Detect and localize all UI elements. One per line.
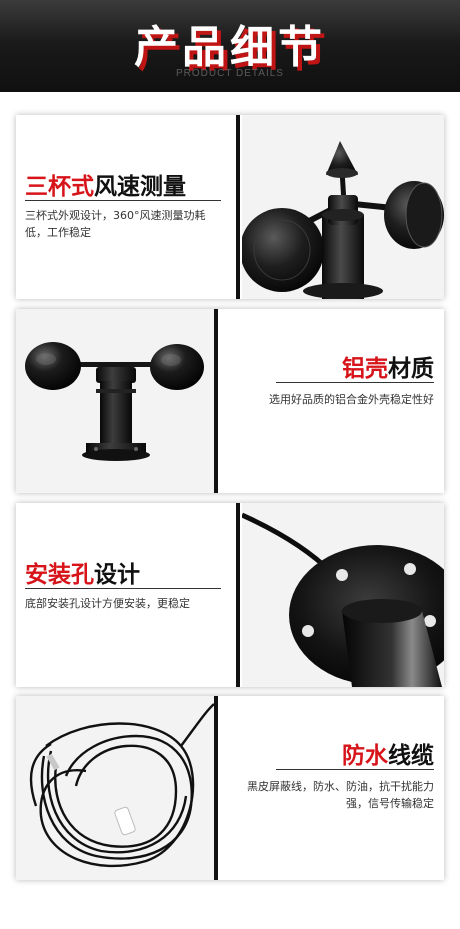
feature-description: 黑皮屏蔽线，防水、防油，抗干扰能力强，信号传输稳定 — [247, 780, 434, 810]
card-divider — [236, 503, 240, 687]
feature-heading: 铝壳材质 — [342, 356, 434, 382]
feature-card-waterproof-cable: 防水线缆 黑皮屏蔽线，防水、防油，抗干扰能力强，信号传输稳定 — [16, 696, 444, 880]
feature-description: 底部安装孔设计方便安装，更稳定 — [25, 597, 190, 610]
card-divider — [214, 696, 218, 880]
card-divider — [214, 309, 218, 493]
heading-underline — [276, 769, 434, 770]
feature-heading: 防水线缆 — [342, 743, 434, 769]
feature-heading: 三杯式风速测量 — [25, 174, 186, 200]
feature-description: 三杯式外观设计，360°风速测量功耗低，工作稳定 — [25, 209, 206, 239]
feature-description: 选用好品质的铝合金外壳稳定性好 — [269, 393, 434, 406]
cable-coil-photo — [16, 696, 214, 880]
feature-card-mounting-holes: 安装孔设计 底部安装孔设计方便安装，更稳定 — [16, 503, 444, 687]
feature-card-three-cup: 三杯式风速测量 三杯式外观设计，360°风速测量功耗低，工作稳定 — [16, 115, 444, 299]
header-banner: 产品细节 PRODUCT DETAILS — [0, 0, 460, 92]
page-subtitle: PRODUCT DETAILS — [176, 68, 284, 79]
feature-card-aluminum-shell: 铝壳材质 选用好品质的铝合金外壳稳定性好 — [16, 309, 444, 493]
heading-underline — [25, 200, 221, 201]
heading-underline — [276, 382, 434, 383]
heading-underline — [25, 588, 221, 589]
anemometer-cups-photo — [242, 115, 444, 299]
page-title: 产品细节 — [134, 22, 326, 73]
card-divider — [236, 115, 240, 299]
anemometer-front-photo — [16, 309, 214, 493]
feature-heading: 安装孔设计 — [25, 562, 140, 588]
base-flange-photo — [242, 503, 444, 687]
